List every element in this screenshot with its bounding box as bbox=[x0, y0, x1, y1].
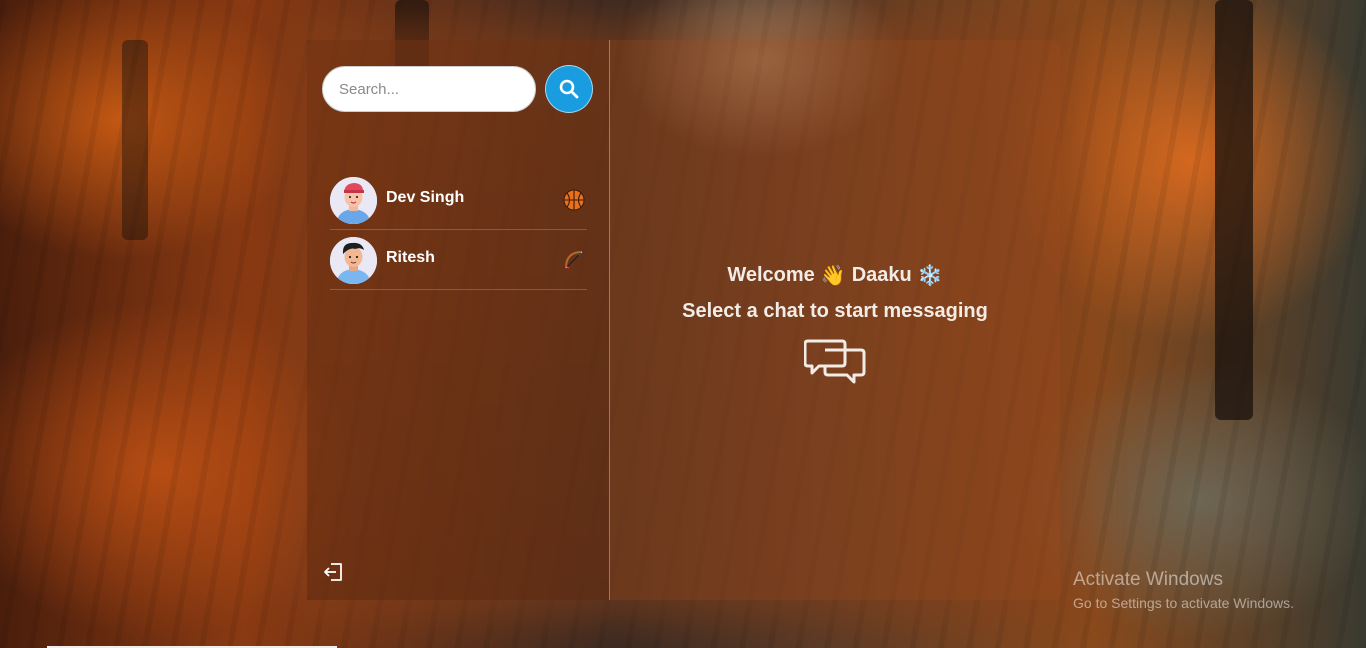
search-button[interactable] bbox=[545, 65, 593, 113]
logout-icon bbox=[324, 563, 342, 581]
username: Daaku bbox=[851, 263, 912, 286]
conversation-item-dev-singh[interactable]: Dev Singh bbox=[307, 170, 609, 230]
conversation-name: Ritesh bbox=[386, 248, 435, 266]
conversation-name: Dev Singh bbox=[386, 188, 465, 206]
welcome-prefix: Welcome bbox=[727, 263, 815, 286]
welcome-message: Welcome 👋 Daaku ❄️ bbox=[727, 263, 942, 288]
basketball-icon bbox=[562, 188, 586, 212]
bow-and-arrow-icon bbox=[562, 248, 586, 272]
chat-app-window: Dev Singh bbox=[307, 40, 1060, 600]
watermark-title: Activate Windows bbox=[1073, 569, 1223, 590]
waving-hand-icon: 👋 bbox=[820, 264, 846, 287]
conversation-item-ritesh[interactable]: Ritesh bbox=[307, 230, 609, 290]
sidebar: Dev Singh bbox=[307, 40, 610, 600]
chat-bubbles-icon bbox=[803, 337, 866, 392]
windows-activation-watermark: Activate Windows Go to Settings to activ… bbox=[1073, 569, 1294, 611]
conversation-list: Dev Singh Ritesh bbox=[307, 170, 609, 290]
avatar bbox=[330, 236, 377, 284]
background-tree-trunk bbox=[122, 40, 148, 240]
chat-placeholder-panel: Welcome 👋 Daaku ❄️ Select a chat to star… bbox=[610, 40, 1060, 600]
select-chat-prompt: Select a chat to start messaging bbox=[682, 299, 988, 322]
background-tree-trunk bbox=[1215, 0, 1253, 420]
search-icon bbox=[559, 79, 579, 99]
list-divider bbox=[330, 289, 587, 290]
search-bar bbox=[322, 65, 593, 113]
avatar bbox=[330, 176, 377, 224]
search-input[interactable] bbox=[322, 66, 536, 112]
snowflake-icon: ❄️ bbox=[917, 264, 943, 287]
watermark-subtitle: Go to Settings to activate Windows. bbox=[1073, 595, 1294, 611]
logout-button[interactable] bbox=[323, 561, 345, 583]
